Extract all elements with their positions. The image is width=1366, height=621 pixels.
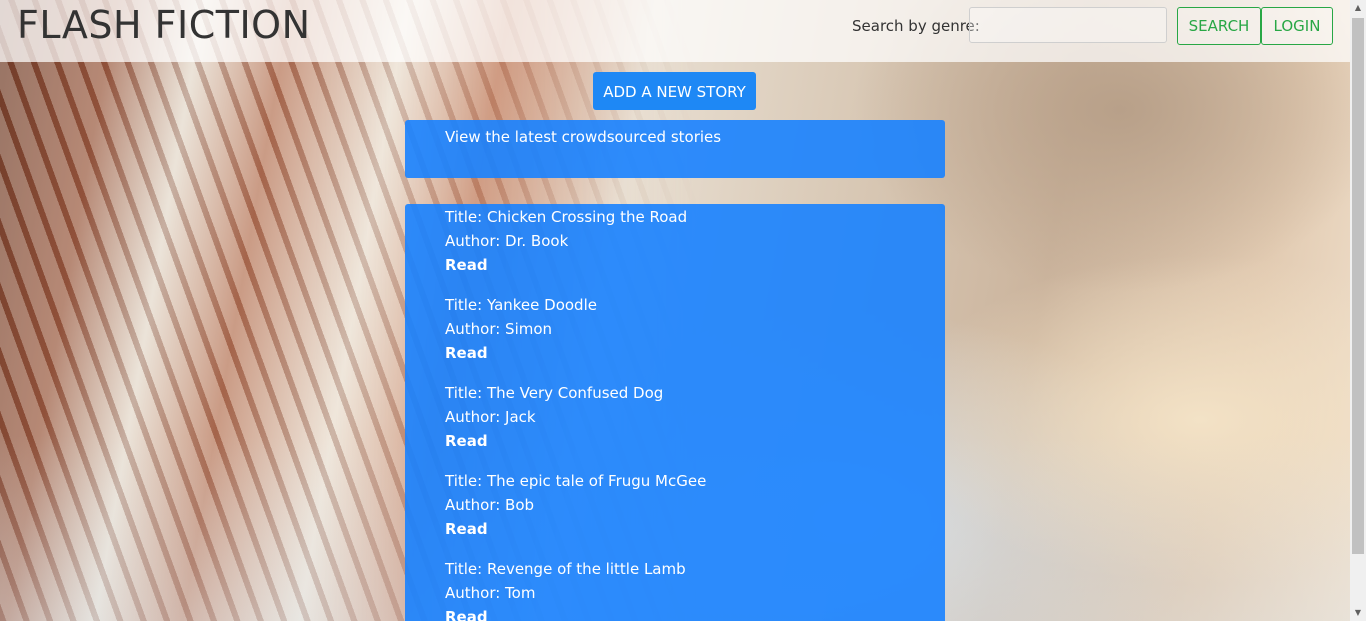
story-title: Title: The Very Confused Dog xyxy=(445,384,664,402)
story-title: Title: The epic tale of Frugu McGee xyxy=(445,472,707,490)
header-bar: FLASH FICTION Search by genre: SEARCH LO… xyxy=(0,0,1350,62)
read-story-link[interactable]: Read xyxy=(445,253,488,277)
story-item: Title: Revenge of the little Lamb Author… xyxy=(445,557,945,621)
read-story-link[interactable]: Read xyxy=(445,341,488,365)
story-author: Author: Jack xyxy=(445,408,536,426)
story-title: Title: Yankee Doodle xyxy=(445,296,597,314)
genre-search-input[interactable] xyxy=(969,7,1167,43)
scrollbar-thumb[interactable] xyxy=(1352,18,1364,554)
search-label: Search by genre: xyxy=(852,17,980,35)
login-button[interactable]: LOGIN xyxy=(1261,7,1333,45)
read-story-link[interactable]: Read xyxy=(445,605,488,621)
read-story-link[interactable]: Read xyxy=(445,429,488,453)
scroll-up-arrow-icon[interactable]: ▲ xyxy=(1350,0,1366,16)
story-author: Author: Dr. Book xyxy=(445,232,569,250)
scroll-down-arrow-icon[interactable]: ▼ xyxy=(1350,605,1366,621)
story-item: Title: The Very Confused Dog Author: Jac… xyxy=(445,381,945,453)
site-title[interactable]: FLASH FICTION xyxy=(17,3,311,47)
story-author: Author: Simon xyxy=(445,320,553,338)
story-title: Title: Chicken Crossing the Road xyxy=(445,208,688,226)
stories-panel: Title: Chicken Crossing the Road Author:… xyxy=(405,204,945,621)
story-author: Author: Bob xyxy=(445,496,535,514)
story-author: Author: Tom xyxy=(445,584,536,602)
story-item: Title: Chicken Crossing the Road Author:… xyxy=(445,205,945,277)
page-scrollbar[interactable]: ▲ ▼ xyxy=(1350,0,1366,621)
add-new-story-button[interactable]: ADD A NEW STORY xyxy=(593,72,756,110)
search-button[interactable]: SEARCH xyxy=(1177,7,1261,45)
story-item: Title: Yankee Doodle Author: Simon Read xyxy=(445,293,945,365)
intro-panel: View the latest crowdsourced stories xyxy=(405,120,945,178)
read-story-link[interactable]: Read xyxy=(445,517,488,541)
intro-text: View the latest crowdsourced stories xyxy=(445,128,722,146)
story-item: Title: The epic tale of Frugu McGee Auth… xyxy=(445,469,945,541)
page: FLASH FICTION Search by genre: SEARCH LO… xyxy=(0,0,1366,621)
story-title: Title: Revenge of the little Lamb xyxy=(445,560,686,578)
